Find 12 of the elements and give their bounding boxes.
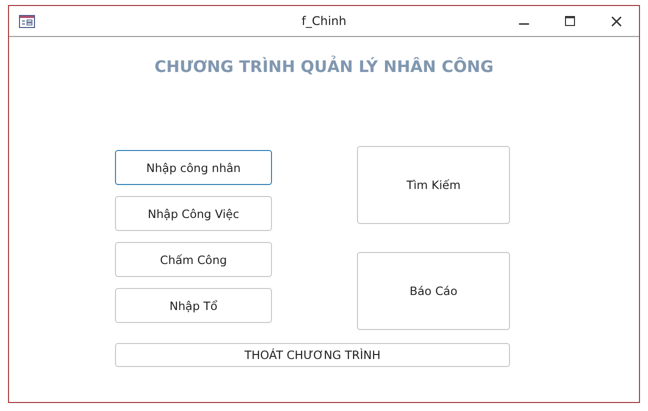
program-heading: CHƯƠNG TRÌNH QUẢN LÝ NHÂN CÔNG: [154, 57, 494, 76]
menu-button[interactable]: Nhập Tổ: [115, 288, 272, 323]
menu-button[interactable]: Chấm Công: [115, 242, 272, 277]
menu-button[interactable]: THOÁT CHƯƠNG TRÌNH: [115, 343, 510, 367]
maximize-icon[interactable]: [565, 16, 575, 26]
close-icon[interactable]: [610, 16, 622, 26]
menu-button[interactable]: Báo Cáo: [357, 252, 510, 330]
menu-button[interactable]: Nhập công nhân: [115, 150, 272, 185]
window-title: f_Chinh: [302, 14, 346, 28]
form-icon: [19, 14, 35, 28]
menu-button[interactable]: Tìm Kiếm: [357, 146, 510, 224]
menu-button[interactable]: Nhập Công Việc: [115, 196, 272, 231]
